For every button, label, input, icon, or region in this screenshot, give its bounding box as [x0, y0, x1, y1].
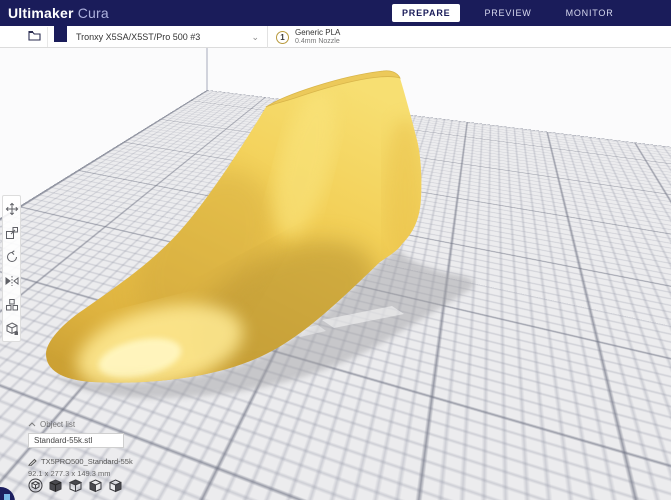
app-logo: Ultimaker Cura [8, 5, 109, 21]
job-name-row[interactable]: TX5PRO500_Standard-55k [28, 457, 178, 466]
printer-selector[interactable]: Tronxy X5SA/X5ST/Pro 500 #3 ⌄ [68, 26, 268, 48]
tab-monitor[interactable]: MONITOR [556, 4, 624, 22]
move-tool-button[interactable] [4, 201, 19, 216]
top-view-button[interactable] [68, 478, 83, 493]
front-view-icon [49, 478, 62, 492]
scale-icon [5, 226, 18, 239]
left-view-icon [89, 478, 102, 492]
support-blocker-icon [6, 321, 18, 335]
front-view-button[interactable] [48, 478, 63, 493]
chevron-down-icon: ⌄ [251, 31, 259, 42]
tool-panel [2, 195, 21, 342]
tab-preview[interactable]: PREVIEW [474, 4, 541, 22]
object-list-label: Object list [40, 420, 76, 429]
scale-tool-button[interactable] [4, 225, 19, 240]
nozzle-size: 0.4mm Nozzle [295, 37, 340, 45]
left-view-button[interactable] [88, 478, 103, 493]
material-selector[interactable]: 1 Generic PLA 0.4mm Nozzle [270, 26, 340, 48]
model-dimensions: 92.1 x 277.3 x 149.3 mm [28, 469, 111, 478]
right-view-button[interactable] [108, 478, 123, 493]
viewport-3d[interactable]: Object list Standard-55k.stl TX5PRO500_S… [0, 48, 671, 500]
view-presets-bar [28, 478, 123, 493]
build-plate-grid [0, 48, 671, 90]
3d-view-icon [28, 478, 43, 493]
per-model-settings-tool-button[interactable] [4, 297, 19, 312]
rotate-tool-button[interactable] [4, 249, 19, 264]
object-list-item[interactable]: Standard-55k.stl [28, 433, 124, 448]
per-model-settings-icon [5, 298, 18, 310]
right-view-icon [109, 478, 122, 492]
object-list-toggle[interactable]: Object list [28, 420, 178, 429]
stage-tabs: PREPARE PREVIEW MONITOR [392, 0, 624, 26]
app-header: Ultimaker Cura PREPARE PREVIEW MONITOR [0, 0, 671, 26]
cura-window: Ultimaker Cura PREPARE PREVIEW MONITOR T… [0, 0, 671, 500]
logo-ultimaker: Ultimaker [8, 5, 74, 21]
folder-icon [28, 28, 41, 46]
chevron-up-icon [28, 422, 36, 427]
move-icon [5, 202, 18, 215]
configuration-bar: Tronxy X5SA/X5ST/Pro 500 #3 ⌄ 1 Generic … [0, 26, 671, 48]
header-accent-notch [54, 26, 67, 42]
extruder-icon: 1 [276, 30, 289, 44]
corner-bubble-dot [4, 494, 10, 500]
job-name: TX5PRO500_Standard-55k [41, 457, 133, 466]
open-file-button[interactable] [22, 27, 48, 47]
support-blocker-tool-button[interactable] [4, 321, 19, 336]
object-list-panel: Object list Standard-55k.stl TX5PRO500_S… [28, 420, 178, 478]
printer-name: Tronxy X5SA/X5ST/Pro 500 #3 [76, 32, 201, 42]
3d-view-button[interactable] [28, 478, 43, 493]
top-view-icon [68, 478, 83, 492]
mirror-tool-button[interactable] [4, 273, 19, 288]
tab-prepare[interactable]: PREPARE [392, 4, 461, 22]
mirror-icon [5, 275, 18, 286]
logo-cura: Cura [77, 5, 109, 21]
material-name: Generic PLA [295, 28, 341, 38]
pencil-icon [28, 458, 37, 466]
rotate-icon [6, 249, 17, 262]
